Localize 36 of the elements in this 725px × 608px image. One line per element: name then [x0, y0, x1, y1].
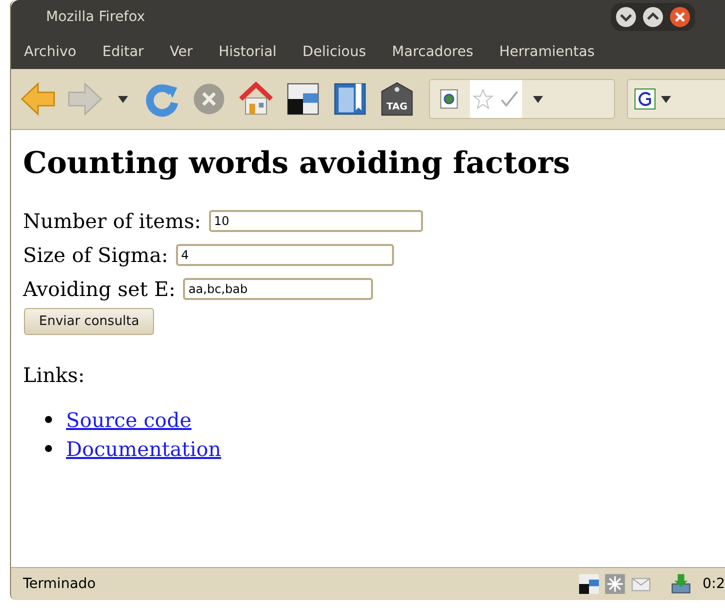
- input-field[interactable]: 10: [208, 210, 423, 232]
- page-icon: [438, 88, 460, 110]
- links-label: Links:: [23, 363, 86, 387]
- tile-icon[interactable]: [578, 573, 600, 595]
- menu-item[interactable]: Editar: [89, 44, 157, 60]
- dropdown-caret-icon[interactable]: [660, 93, 672, 105]
- submit-button[interactable]: Enviar consulta: [24, 308, 154, 335]
- menu-item[interactable]: Delicious: [290, 44, 380, 60]
- field-label: Size of Sigma:: [23, 243, 168, 267]
- field-label: Avoiding set E:: [23, 277, 176, 301]
- maximize-icon[interactable]: [642, 6, 664, 28]
- timer-text: 0:2: [702, 576, 725, 592]
- address-bar[interactable]: [429, 79, 615, 119]
- close-icon[interactable]: [669, 6, 691, 28]
- search-engine-icon: [634, 88, 656, 110]
- dropdown-caret-icon[interactable]: [532, 93, 544, 105]
- bullet-icon: [45, 445, 52, 452]
- bullet-icon: [45, 416, 52, 423]
- link[interactable]: Documentation: [66, 436, 222, 460]
- minimize-icon[interactable]: [615, 6, 637, 28]
- input-field[interactable]: 4: [176, 244, 394, 266]
- link[interactable]: Source code: [66, 408, 192, 432]
- menu-item[interactable]: Archivo: [11, 44, 90, 60]
- menu-item[interactable]: Historial: [206, 44, 290, 60]
- page-heading: Counting words avoiding factors: [23, 146, 572, 182]
- download-icon[interactable]: [670, 573, 692, 595]
- dropdown-caret-icon[interactable]: [117, 93, 129, 105]
- search-engine-button[interactable]: [627, 79, 725, 119]
- field-label: Number of items:: [23, 209, 201, 233]
- menu-item[interactable]: Marcadores: [379, 44, 486, 60]
- menu-item[interactable]: Herramientas: [486, 44, 608, 60]
- checkmark-icon: [496, 80, 522, 118]
- status-text: Terminado: [23, 576, 97, 592]
- window-title: Mozilla Firefox: [46, 9, 146, 25]
- input-field[interactable]: aa,bc,bab: [183, 278, 374, 300]
- menu-item[interactable]: Ver: [156, 44, 206, 60]
